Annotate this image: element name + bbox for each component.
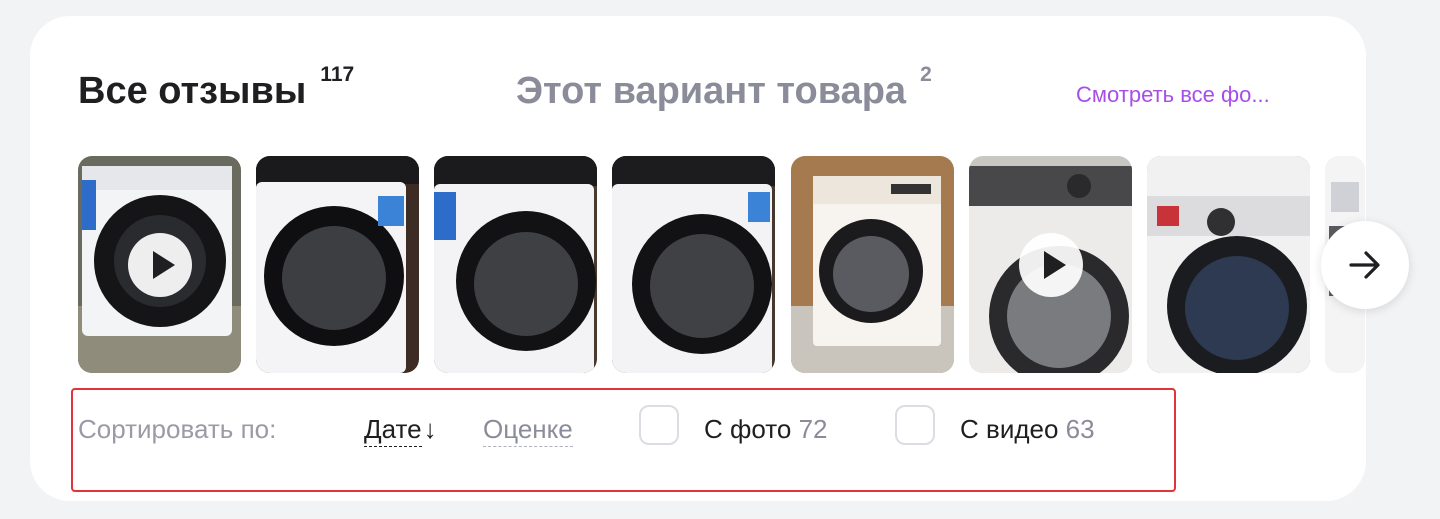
sort-by-rating-label: Оценке: [483, 414, 573, 447]
play-icon: [1018, 232, 1083, 297]
washing-machine-photo: [612, 156, 775, 373]
arrow-down-icon: ↓: [423, 414, 437, 444]
sort-by-date[interactable]: Дате↓: [364, 414, 437, 447]
gallery-item-photo[interactable]: [791, 156, 954, 373]
washing-machine-photo: [1147, 156, 1310, 373]
sort-by-date-label: Дате: [364, 414, 422, 447]
with-video-checkbox[interactable]: [895, 405, 935, 445]
with-video-label[interactable]: С видео 63: [960, 414, 1095, 445]
tab-all-reviews[interactable]: Все отзывы 117: [78, 63, 354, 113]
with-video-count: 63: [1065, 414, 1095, 444]
gallery-item-video[interactable]: [969, 156, 1132, 373]
gallery-item-photo[interactable]: [434, 156, 597, 373]
gallery-item-photo[interactable]: [256, 156, 419, 373]
washing-machine-photo: [791, 156, 954, 373]
sort-label: Сортировать по:: [78, 414, 277, 444]
with-photo-checkbox[interactable]: [639, 405, 679, 445]
gallery-item-video[interactable]: [78, 156, 241, 373]
tab-this-variant-count: 2: [920, 63, 932, 86]
gallery-next-button[interactable]: [1321, 221, 1409, 309]
tab-this-variant[interactable]: Этот вариант товара 2: [516, 63, 932, 113]
arrow-right-icon: [1349, 251, 1380, 279]
see-all-photos-link[interactable]: Смотреть все фо...: [1076, 82, 1270, 108]
tab-all-reviews-label: Все отзывы: [78, 70, 307, 112]
gallery-item-photo[interactable]: [1147, 156, 1310, 373]
sort-by-rating[interactable]: Оценке: [483, 414, 573, 447]
washing-machine-photo: [256, 156, 419, 373]
washing-machine-photo: [434, 156, 597, 373]
with-photo-count: 72: [798, 414, 828, 444]
with-photo-label[interactable]: С фото 72: [704, 414, 828, 445]
tab-all-reviews-count: 117: [320, 63, 355, 86]
tab-this-variant-label: Этот вариант товара: [516, 70, 907, 112]
with-photo-text: С фото: [704, 414, 792, 444]
with-video-text: С видео: [960, 414, 1059, 444]
play-icon: [127, 232, 192, 297]
gallery-item-photo[interactable]: [612, 156, 775, 373]
